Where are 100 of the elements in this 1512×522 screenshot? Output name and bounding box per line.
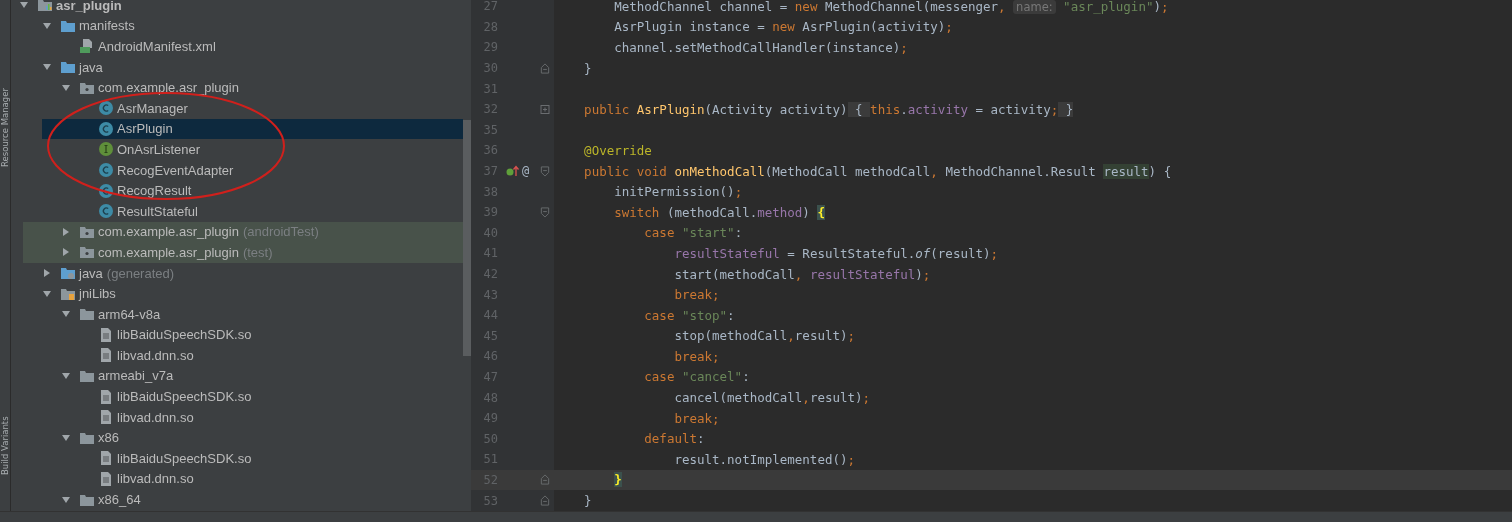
file-icon bbox=[98, 388, 114, 405]
tree-item[interactable]: armeabi_v7a bbox=[23, 365, 463, 387]
tree-item-label: ResultStateful bbox=[117, 203, 198, 219]
tree-item-label: libvad.dnn.so bbox=[117, 471, 194, 487]
tree-item-label: java bbox=[79, 265, 103, 281]
code-line: } bbox=[583, 493, 592, 509]
expanded-arrow-icon[interactable] bbox=[42, 288, 52, 299]
code-line: break; bbox=[673, 410, 720, 426]
tree-item[interactable]: libBaiduSpeechSDK.so bbox=[42, 448, 463, 469]
tree-item-label: AsrManager bbox=[117, 100, 188, 116]
class-icon bbox=[98, 120, 114, 137]
expanded-arrow-icon[interactable] bbox=[61, 494, 71, 505]
annotation-mark[interactable]: @ bbox=[522, 164, 530, 179]
tree-item[interactable]: x86_64 bbox=[23, 489, 463, 510]
code-line: resultStateful = ResultStateful.of(result); bbox=[673, 245, 999, 261]
expanded-arrow-icon[interactable] bbox=[42, 20, 52, 31]
tree-item-label: AsrPlugin bbox=[117, 121, 173, 137]
code-line: case "cancel": bbox=[643, 369, 750, 385]
tree-item-label: asr_plugin bbox=[56, 0, 122, 13]
folder-icon bbox=[79, 306, 95, 323]
tree-item[interactable]: libvad.dnn.so bbox=[42, 406, 463, 428]
tree-item-label: RecogEventAdapter bbox=[117, 162, 234, 178]
expanded-arrow-icon[interactable] bbox=[61, 371, 71, 381]
module-folder-icon bbox=[37, 0, 53, 14]
expanded-arrow-icon[interactable] bbox=[61, 432, 71, 443]
tree-item[interactable]: com.example.asr_plugin bbox=[23, 77, 463, 98]
tree-item-label: manifests bbox=[79, 18, 135, 34]
code-line: @Override bbox=[583, 142, 652, 158]
tree-item-label: x86_64 bbox=[98, 492, 141, 508]
tree-item[interactable]: ResultStateful bbox=[42, 200, 463, 222]
class-icon bbox=[98, 162, 114, 179]
tree-item-label: java bbox=[79, 59, 103, 75]
tree-item[interactable]: asr_plugin bbox=[11, 0, 463, 16]
code-line: cancel(methodCall,result); bbox=[673, 390, 871, 406]
file-icon bbox=[98, 347, 114, 364]
tree-item-label: libBaiduSpeechSDK.so bbox=[117, 389, 252, 405]
tree-item[interactable]: OnAsrListener bbox=[42, 139, 463, 160]
tool-window-tab[interactable]: Build Variants bbox=[0, 400, 10, 492]
manifest-file-icon bbox=[79, 38, 95, 55]
tree-item-label: com.example.asr_plugin bbox=[98, 244, 239, 260]
tree-item[interactable]: libvad.dnn.so bbox=[42, 468, 463, 490]
code-line: MethodChannel channel = new MethodChannel(messenger, name: "asr_plugin"); bbox=[613, 0, 1169, 14]
tree-item-label: com.example.asr_plugin bbox=[98, 80, 239, 96]
tree-item-label: libvad.dnn.so bbox=[117, 409, 194, 425]
tree-item-label: x86 bbox=[98, 430, 119, 446]
file-icon bbox=[98, 326, 114, 343]
code-line: break; bbox=[673, 287, 720, 303]
code-line: break; bbox=[673, 348, 720, 364]
tree-item-label: com.example.asr_plugin bbox=[98, 224, 239, 240]
collapsed-arrow-icon[interactable] bbox=[42, 268, 52, 278]
tree-item[interactable]: AsrPlugin bbox=[42, 118, 463, 140]
code-line: case "stop": bbox=[643, 307, 735, 323]
class-icon bbox=[98, 100, 114, 117]
tree-item[interactable]: manifests bbox=[23, 15, 463, 37]
fold-start-icon[interactable] bbox=[540, 206, 550, 218]
class-icon bbox=[98, 182, 114, 199]
folder-icon bbox=[60, 59, 76, 76]
folder-icon bbox=[60, 265, 76, 281]
tree-item[interactable]: arm64-v8a bbox=[23, 303, 463, 325]
interface-icon bbox=[98, 141, 114, 158]
file-icon bbox=[98, 450, 114, 467]
scrollbar-thumb[interactable] bbox=[463, 120, 471, 356]
expanded-arrow-icon[interactable] bbox=[61, 82, 71, 93]
override-icon[interactable] bbox=[506, 165, 520, 178]
tree-item-label: libBaiduSpeechSDK.so bbox=[117, 327, 252, 343]
file-icon bbox=[98, 470, 114, 487]
fold-expand-icon[interactable] bbox=[540, 103, 550, 115]
code-line: stop(methodCall,result); bbox=[673, 328, 856, 344]
tree-item[interactable]: AndroidManifest.xml bbox=[23, 36, 463, 57]
tree-item[interactable]: com.example.asr_plugin (androidTest) bbox=[23, 221, 463, 243]
tree-item[interactable]: AsrManager bbox=[42, 97, 463, 119]
tree-item[interactable]: jniLibs bbox=[23, 283, 463, 304]
tree-item[interactable]: libBaiduSpeechSDK.so bbox=[42, 386, 463, 407]
tree-item-suffix: (generated) bbox=[106, 265, 175, 281]
tree-item[interactable]: RecogEventAdapter bbox=[42, 159, 463, 181]
tool-window-tab[interactable]: Resource Manager bbox=[0, 82, 10, 174]
tree-item[interactable]: x86 bbox=[23, 427, 463, 449]
tree-item-label: RecogResult bbox=[117, 183, 192, 199]
code-line: case "start": bbox=[643, 225, 743, 241]
fold-start-icon[interactable] bbox=[540, 165, 550, 177]
tree-item[interactable]: libBaiduSpeechSDK.so bbox=[42, 324, 463, 346]
code-line: result.notImplemented(); bbox=[673, 451, 856, 467]
code-line: public AsrPlugin(Activity activity) { this.activity = activity; } bbox=[583, 101, 1074, 117]
tree-item[interactable]: libvad.dnn.so bbox=[42, 345, 463, 366]
code-line: channel.setMethodCallHandler(instance); bbox=[613, 40, 908, 55]
tree-item-label: AndroidManifest.xml bbox=[98, 39, 216, 54]
code-line: } bbox=[583, 60, 592, 76]
tree-item-label: OnAsrListener bbox=[117, 141, 201, 157]
collapsed-arrow-icon[interactable] bbox=[61, 226, 71, 237]
tree-item-suffix: (androidTest) bbox=[242, 224, 319, 240]
tree-item-label: jniLibs bbox=[79, 286, 116, 302]
collapsed-arrow-icon[interactable] bbox=[61, 247, 71, 258]
tree-item[interactable]: java (generated) bbox=[23, 262, 463, 284]
folder-icon bbox=[79, 368, 95, 384]
code-line: AsrPlugin instance = new AsrPlugin(activity); bbox=[613, 19, 953, 35]
code-line: public void onMethodCall(MethodCall methodCall, MethodChannel.Result result) { bbox=[583, 163, 1172, 179]
tree-item[interactable]: com.example.asr_plugin (test) bbox=[23, 242, 463, 263]
folder-icon bbox=[79, 244, 95, 261]
tree-item[interactable]: java bbox=[23, 56, 463, 78]
code-line: initPermission(); bbox=[613, 184, 743, 200]
